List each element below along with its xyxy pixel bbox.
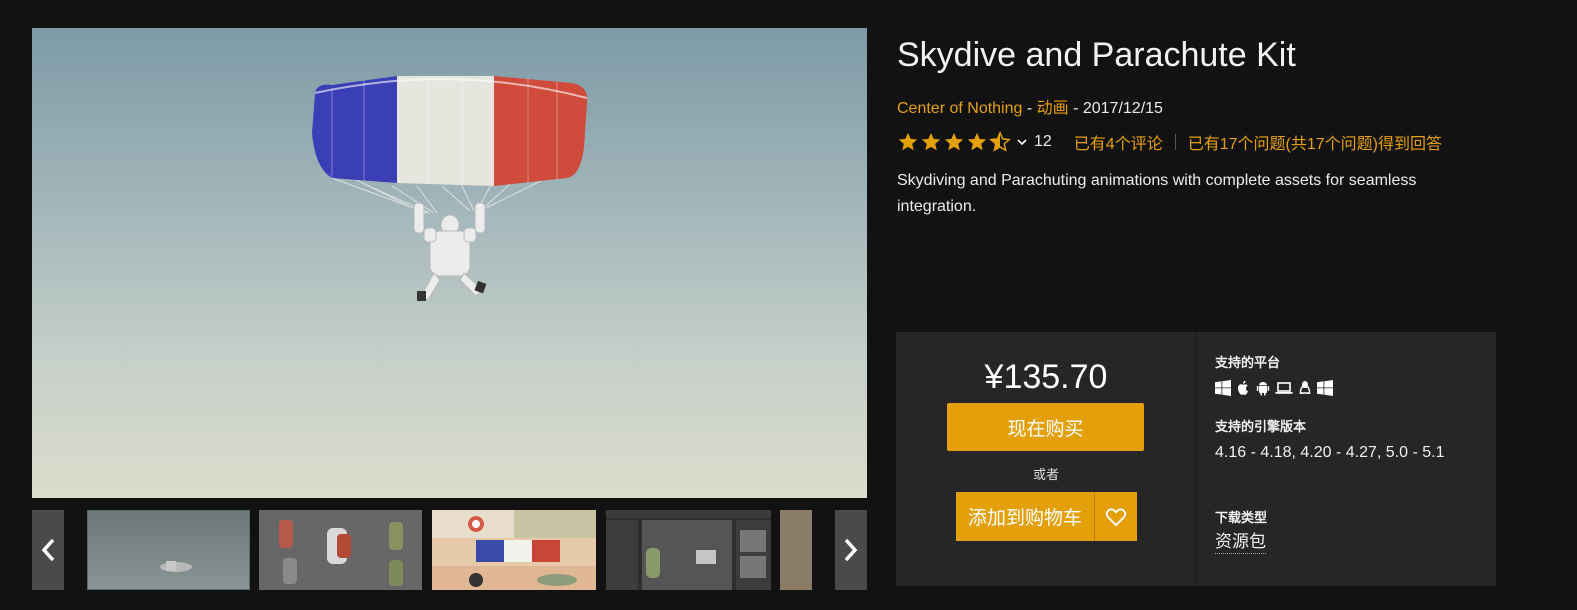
gallery-thumbnail[interactable] [606, 510, 771, 590]
wishlist-button[interactable] [1094, 492, 1137, 541]
star-filled-icon [944, 132, 964, 151]
gallery-main-image[interactable] [32, 28, 867, 498]
gallery-thumbnail[interactable] [780, 510, 812, 590]
thumbnail-image [160, 561, 192, 572]
release-date: 2017/12/15 [1082, 100, 1163, 117]
price: ¥135.70 [984, 358, 1108, 396]
thumbnail-image [432, 510, 596, 590]
product-description: Skydiving and Parachuting animations wit… [897, 172, 1417, 215]
android-icon [1256, 382, 1270, 396]
gallery-thumbnail[interactable] [259, 510, 422, 590]
windows-icon [1317, 380, 1333, 396]
purchase-panel: ¥135.70 现在购买 或者 添加到购物车 支持的平台 支持的引擎版本 4.1… [896, 332, 1496, 586]
download-type-label: 下载类型 [1215, 510, 1268, 525]
chevron-down-icon[interactable] [1016, 136, 1028, 148]
engine-versions: 4.16 - 4.18, 4.20 - 4.27, 5.0 - 5.1 [1215, 444, 1445, 461]
windows-icon [1215, 380, 1231, 396]
chevron-right-icon [844, 538, 858, 562]
star-filled-icon [898, 132, 918, 151]
add-to-cart-button[interactable]: 添加到购物车 [956, 492, 1094, 541]
laptop-icon [1275, 382, 1293, 394]
gallery-next-button[interactable] [835, 510, 867, 590]
or-label: 或者 [1032, 467, 1059, 482]
rating-stars[interactable] [897, 131, 1011, 153]
reviews-link[interactable]: 已有4个评论 [1074, 130, 1163, 154]
star-half-icon [989, 131, 1011, 152]
chevron-left-icon [41, 538, 55, 562]
download-type[interactable]: 资源包 [1215, 531, 1266, 554]
star-filled-icon [967, 132, 987, 151]
thumbnail-image [259, 510, 422, 590]
thumbnail-image [606, 510, 771, 590]
platforms-label: 支持的平台 [1215, 355, 1281, 370]
star-filled-icon [921, 132, 941, 151]
gallery-thumbnail[interactable] [432, 510, 596, 590]
panel-divider [1196, 332, 1197, 586]
linux-icon [1299, 381, 1311, 394]
product-meta: Center of Nothing - 动画 - 2017/12/15 [897, 94, 1163, 118]
platform-icons [1215, 380, 1333, 396]
cart-button-group: 添加到购物车 [956, 492, 1138, 541]
questions-link[interactable]: 已有17个问题(共17个问题)得到回答 [1188, 130, 1442, 154]
heart-icon [1105, 507, 1127, 526]
engine-version-label: 支持的引擎版本 [1215, 419, 1307, 434]
buy-now-button[interactable]: 现在购买 [947, 403, 1144, 451]
rating-row: 12 已有4个评论 已有17个问题(共17个问题)得到回答 [897, 130, 1442, 154]
divider [1174, 134, 1176, 150]
author-link[interactable]: Center of Nothing [897, 100, 1022, 117]
meta-separator: - [1068, 100, 1083, 117]
category-link[interactable]: 动画 [1037, 100, 1069, 117]
gallery-prev-button[interactable] [32, 510, 64, 590]
parachute-illustration [312, 76, 588, 301]
rating-count: 12 [1034, 133, 1052, 150]
meta-separator: - [1022, 100, 1037, 117]
apple-icon [1238, 380, 1248, 395]
gallery-thumbnail[interactable] [87, 510, 250, 590]
product-title: Skydive and Parachute Kit [897, 36, 1296, 74]
